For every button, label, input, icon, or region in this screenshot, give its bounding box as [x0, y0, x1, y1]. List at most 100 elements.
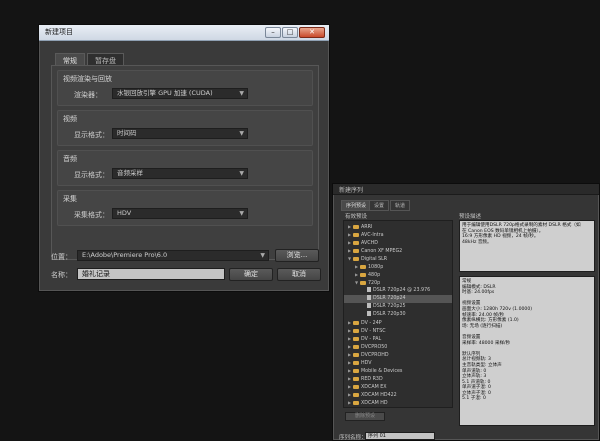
new-sequence-titlebar[interactable]: 新建序列 — [333, 184, 599, 195]
preset-tree-item[interactable]: DSLR 720p30 — [344, 311, 452, 319]
folder-icon — [353, 336, 359, 341]
folder-icon — [360, 264, 366, 269]
renderer-dropdown[interactable]: 水银回放引擎 GPU 加速 (CUDA) ▼ — [112, 88, 248, 99]
folder-icon — [353, 320, 359, 325]
preset-tree-item-label: 720p — [368, 281, 381, 286]
preset-tree-item[interactable]: ▶ DV - NTSC — [344, 327, 452, 335]
preset-tree-item[interactable]: ▶ DVCPRO50 — [344, 343, 452, 351]
folder-icon — [360, 280, 366, 285]
preset-tree-item-label: DV - PAL — [361, 337, 382, 342]
preset-tree-item-label: DSLR 720p30 — [373, 312, 406, 317]
capture-format-label: 采集格式： — [74, 211, 109, 219]
delete-preset-button[interactable]: 删除预设 — [345, 412, 385, 421]
audio-display-format-value: 音频采样 — [117, 169, 143, 177]
available-presets-label: 有效预设 — [345, 214, 368, 220]
new-sequence-title: 新建序列 — [339, 187, 364, 194]
name-label: 名称： — [51, 271, 72, 279]
folder-icon — [353, 224, 359, 229]
video-display-format-label: 显示格式： — [74, 131, 109, 139]
chevron-down-icon: ▼ — [239, 130, 244, 137]
folder-icon — [353, 344, 359, 349]
cancel-button[interactable]: 取消 — [277, 268, 321, 281]
chevron-down-icon: ▼ — [239, 170, 244, 177]
preset-tree-item-label: ARRI — [361, 225, 373, 230]
preset-tree-item[interactable]: ▶ DV - 24P — [344, 319, 452, 327]
folder-icon — [353, 360, 359, 365]
preset-tree-item-label: 480p — [368, 273, 381, 278]
preset-tree-item[interactable]: ▶ Mobile & Devices — [344, 367, 452, 375]
maximize-icon[interactable]: □ — [282, 27, 298, 38]
capture-format-dropdown[interactable]: HDV ▼ — [112, 208, 248, 219]
group-audio: 音频 显示格式： 音频采样 ▼ — [57, 150, 313, 186]
new-project-titlebar[interactable]: 新建项目 – □ ✕ — [39, 25, 329, 41]
preset-tree-item[interactable]: ▶ HDV — [344, 359, 452, 367]
preset-tree-item[interactable]: DSLR 720p24 @ 23.976 — [344, 287, 452, 295]
preset-tree-item[interactable]: ▶ 480p — [344, 271, 452, 279]
preset-tree-item[interactable]: ▶ XDCAM HD — [344, 399, 452, 407]
ok-button[interactable]: 确定 — [229, 268, 273, 281]
new-project-dialog: 新建项目 – □ ✕ 常规 暂存盘 视频渲染与回放 渲染器： 水银回放引擎 GP… — [38, 24, 330, 292]
preset-tree-item-label: DSLR 720p24 — [373, 296, 406, 301]
folder-icon — [353, 232, 359, 237]
renderer-value: 水银回放引擎 GPU 加速 (CUDA) — [117, 89, 213, 97]
preset-file-icon — [367, 295, 371, 300]
location-dropdown[interactable]: E:\Adobe\Premiere Pro\6.0 ▼ — [77, 250, 269, 261]
preset-tree-item[interactable]: ▶ AVC-Intra — [344, 231, 452, 239]
preset-tree-item[interactable]: ▶ DVCPROHD — [344, 351, 452, 359]
chevron-down-icon: ▼ — [260, 252, 265, 259]
folder-icon — [353, 248, 359, 253]
preset-tree-item-label: HDV — [361, 361, 372, 366]
sequence-name-input[interactable]: 序列 01 — [365, 432, 435, 440]
preset-tree-item-label: Digital SLR — [361, 257, 388, 262]
browse-button[interactable]: 浏览... — [275, 249, 319, 262]
preset-tree-item-label: DVCPROHD — [361, 353, 389, 358]
tab-tracks[interactable]: 轨道 — [390, 200, 411, 211]
preset-tree-item[interactable]: ▶ AVCHD — [344, 239, 452, 247]
folder-icon — [353, 400, 359, 405]
preset-tree-item[interactable]: ▶ RED R3D — [344, 375, 452, 383]
minimize-icon[interactable]: – — [265, 27, 281, 38]
folder-icon — [360, 272, 366, 277]
group-title: 视频 — [63, 115, 77, 123]
preset-tree-item-label: AVCHD — [361, 241, 378, 246]
general-info-line: 5.1 子混: 0 — [462, 396, 486, 402]
new-project-title: 新建项目 — [45, 28, 73, 36]
preset-file-icon — [367, 303, 371, 308]
preset-tree-item-label: Canon XF MPEG2 — [361, 249, 403, 254]
video-display-format-value: 时间码 — [117, 129, 137, 137]
preset-description-label: 预设描述 — [459, 214, 482, 220]
preset-tree[interactable]: ▶ ARRI ▶ AVC-Intra ▶ AVCHD ▶ Canon XF MPEG2 ▼ Dig… — [343, 220, 453, 408]
preset-tree-item[interactable]: ▶ Canon XF MPEG2 — [344, 247, 452, 255]
new-sequence-dialog: 新建序列 序列预设 设置 轨道 有效预设 预设描述 ▶ ARRI ▶ AVC-Intr… — [332, 183, 600, 441]
location-value: E:\Adobe\Premiere Pro\6.0 — [82, 251, 168, 259]
preset-tree-item[interactable]: ▶ 1080p — [344, 263, 452, 271]
preset-tree-item[interactable]: ▶ XDCAM EX — [344, 383, 452, 391]
folder-icon — [353, 328, 359, 333]
preset-tree-item[interactable]: ▶ XDCAM HD422 — [344, 391, 452, 399]
video-display-format-dropdown[interactable]: 时间码 ▼ — [112, 128, 248, 139]
description-line: 用于编辑使用DSLR 720p格式录制的素材 DSLR 格式（如 — [462, 223, 581, 228]
preset-tree-item[interactable]: DSLR 720p24 — [344, 295, 452, 303]
preset-tree-item-label: XDCAM HD — [361, 401, 388, 406]
project-name-input[interactable]: 婚礼记录 — [77, 268, 225, 280]
preset-tree-item[interactable]: DSLR 720p25 — [344, 303, 452, 311]
audio-display-format-dropdown[interactable]: 音频采样 ▼ — [112, 168, 248, 179]
group-video: 视频 显示格式： 时间码 ▼ — [57, 110, 313, 146]
tab-settings[interactable]: 设置 — [369, 200, 390, 211]
preset-tree-item[interactable]: ▼ Digital SLR — [344, 255, 452, 263]
close-icon[interactable]: ✕ — [299, 27, 325, 38]
preset-tree-item[interactable]: ▶ ARRI — [344, 223, 452, 231]
preset-tree-item-label: DVCPRO50 — [361, 345, 388, 350]
tab-sequence-presets[interactable]: 序列预设 — [341, 200, 372, 211]
group-title: 音频 — [63, 155, 77, 163]
preset-tree-item[interactable]: ▶ DV - PAL — [344, 335, 452, 343]
folder-icon — [353, 256, 359, 261]
folder-icon — [353, 376, 359, 381]
location-label: 位置： — [51, 253, 72, 261]
preset-tree-item-label: DSLR 720p25 — [373, 304, 406, 309]
preset-tree-item-label: AVC-Intra — [361, 233, 384, 238]
preset-tree-item[interactable]: ▼ 720p — [344, 279, 452, 287]
window-controls: – □ ✕ — [264, 27, 325, 39]
preset-tree-item-label: XDCAM EX — [361, 385, 387, 390]
folder-icon — [353, 368, 359, 373]
